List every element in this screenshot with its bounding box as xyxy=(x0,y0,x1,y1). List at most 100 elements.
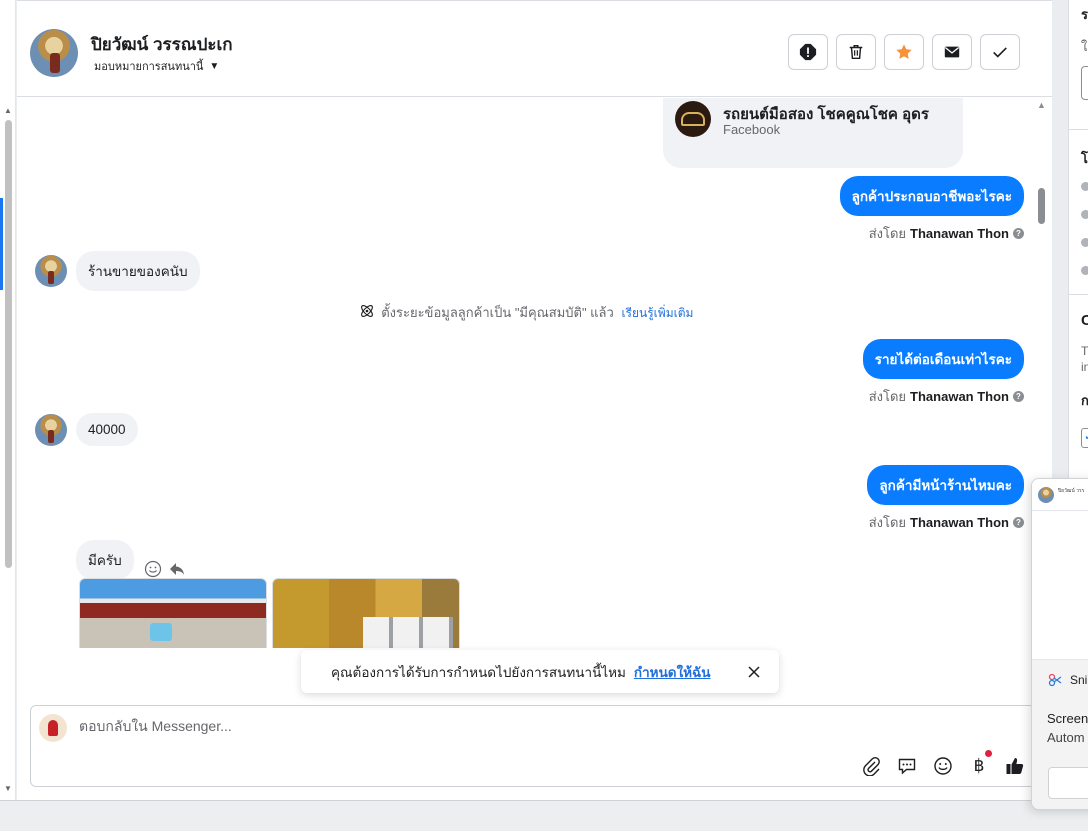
photo-laundry[interactable] xyxy=(272,578,460,648)
active-indicator xyxy=(0,198,3,290)
incoming-message: ร้านขายของคนับ xyxy=(35,251,200,291)
divider xyxy=(1069,294,1088,295)
snipping-tool-icon xyxy=(1048,673,1062,687)
toast-text: คุณต้องการได้รับการกำหนดไปยังการสนทนานี้… xyxy=(331,664,626,680)
sent-by-prefix: ส่งโดย xyxy=(868,515,907,530)
thumbnail-avatar xyxy=(1038,487,1054,503)
baht-icon: ฿ xyxy=(973,756,985,775)
saved-replies-button[interactable] xyxy=(897,756,917,776)
message-bubble-out[interactable]: ลูกค้ามีหน้าร้านไหมคะ xyxy=(867,465,1024,505)
sent-by-line: ส่งโดย Thanawan Thon ? xyxy=(867,512,1024,533)
notification-button[interactable] xyxy=(1048,767,1088,799)
help-icon[interactable]: ? xyxy=(1013,228,1024,239)
reply-composer: ฿ xyxy=(30,705,1038,787)
saved-reply-icon xyxy=(898,758,916,775)
panel-input[interactable] xyxy=(1081,66,1088,100)
mark-done-button[interactable] xyxy=(980,34,1020,70)
learn-more-link[interactable]: เรียนรู้เพิ่มเติม xyxy=(621,306,693,320)
caret-down-icon: ▼ xyxy=(209,60,220,72)
page-logo xyxy=(675,101,711,137)
alert-icon xyxy=(799,43,817,61)
reply-icon[interactable] xyxy=(168,560,186,578)
incoming-message: มีครับ xyxy=(76,540,186,580)
chat-header: ปิยวัฒน์ วรรณปะเก มอบหมายการสนทนานี้ ▼ xyxy=(17,0,1052,97)
shared-page-card[interactable]: รถยนต์มือสอง โชคคูณโชค อุดร Facebook xyxy=(663,98,963,168)
system-note: ตั้งระยะข้อมูลลูกค้าเป็น "มีคุณสมบัติ" แ… xyxy=(17,302,1035,323)
message-actions xyxy=(144,560,186,578)
thumbs-up-icon xyxy=(1006,758,1024,774)
sender-avatar[interactable] xyxy=(35,255,67,287)
emoji-button[interactable] xyxy=(933,756,953,776)
close-icon[interactable] xyxy=(747,665,761,679)
panel-heading: C xyxy=(1081,312,1088,329)
message-list[interactable]: รถยนต์มือสอง โชคคูณโชค อุดร Facebook ลูก… xyxy=(17,98,1052,648)
incoming-message: 40000 xyxy=(35,413,138,446)
sent-by-prefix: ส่งโดย xyxy=(868,226,907,241)
assign-dropdown[interactable]: มอบหมายการสนทนานี้ ▼ xyxy=(94,57,219,75)
payment-button[interactable]: ฿ xyxy=(969,750,992,776)
message-bubble-in[interactable]: มีครับ xyxy=(76,540,134,580)
checkbox[interactable]: ✓ xyxy=(1081,428,1088,448)
composer-tools: ฿ xyxy=(861,750,1025,776)
scroll-up-arrow[interactable]: ▲ xyxy=(4,106,12,115)
page-avatar xyxy=(39,714,67,742)
snip-notification[interactable]: ปิยวัฒน์ วรร Sni Screen Autom xyxy=(1031,478,1088,810)
outgoing-message: ลูกค้าประกอบอาชีพอะไรคะ ส่งโดย Thanawan … xyxy=(839,176,1024,244)
scroll-down-arrow[interactable]: ▼ xyxy=(4,784,12,793)
reply-input[interactable] xyxy=(79,718,979,734)
location-icon xyxy=(1081,238,1088,247)
outgoing-message: ลูกค้ามีหน้าร้านไหมคะ ส่งโดย Thanawan Th… xyxy=(867,465,1024,533)
outgoing-message: รายได้ต่อเดือนเท่าไรคะ ส่งโดย Thanawan T… xyxy=(862,339,1024,407)
thumbnail-text: ปิยวัฒน์ วรร xyxy=(1058,488,1085,494)
notification-dot xyxy=(985,750,992,757)
assign-to-me-link[interactable]: กำหนดให้ฉัน xyxy=(634,661,711,683)
help-icon[interactable]: ? xyxy=(1013,517,1024,528)
panel-text: ใ xyxy=(1081,39,1088,54)
shared-card-subtitle: Facebook xyxy=(723,122,781,137)
star-button[interactable] xyxy=(884,34,924,70)
attach-button[interactable] xyxy=(861,756,881,776)
panel-heading: โ xyxy=(1081,151,1088,166)
sent-by-name: Thanawan Thon xyxy=(910,515,1009,530)
sent-by-name: Thanawan Thon xyxy=(910,226,1009,241)
chat-pane: ปิยวัฒน์ วรรณปะเก มอบหมายการสนทนานี้ ▼ ร… xyxy=(17,0,1052,800)
emoji-react-icon[interactable] xyxy=(144,560,162,578)
paperclip-icon xyxy=(863,757,880,776)
system-note-text: ตั้งระยะข้อมูลลูกค้าเป็น "มีคุณสมบัติ" แ… xyxy=(381,305,614,320)
scroll-up-arrow[interactable]: ▲ xyxy=(1037,100,1046,110)
sent-by-prefix: ส่งโดย xyxy=(868,389,907,404)
bottom-status-bar xyxy=(0,800,1088,831)
message-bubble-in[interactable]: ร้านขายของคนับ xyxy=(76,251,200,291)
location-icon xyxy=(1081,266,1088,275)
trash-icon xyxy=(849,44,863,60)
mail-icon xyxy=(944,46,960,58)
sent-by-line: ส่งโดย Thanawan Thon ? xyxy=(863,386,1024,407)
contact-name[interactable]: ปิยวัฒน์ วรรณปะเก xyxy=(91,31,233,58)
message-bubble-in[interactable]: 40000 xyxy=(76,413,138,446)
info-icon xyxy=(1081,182,1088,191)
left-scrollbar-thumb[interactable] xyxy=(5,120,12,568)
education-icon xyxy=(1081,210,1088,219)
atom-icon xyxy=(360,305,373,317)
sender-avatar[interactable] xyxy=(35,413,67,446)
divider xyxy=(1069,129,1088,130)
notification-title: Screen xyxy=(1047,711,1088,726)
contact-avatar[interactable] xyxy=(30,29,78,77)
help-icon[interactable]: ? xyxy=(1013,391,1024,402)
spam-button[interactable] xyxy=(788,34,828,70)
panel-text: in xyxy=(1081,360,1088,374)
mark-unread-button[interactable] xyxy=(932,34,972,70)
message-bubble-out[interactable]: รายได้ต่อเดือนเท่าไรคะ xyxy=(862,339,1024,379)
message-scrollbar-thumb[interactable] xyxy=(1038,188,1045,224)
emoji-icon xyxy=(934,757,952,775)
star-icon xyxy=(896,44,912,59)
panel-text: T xyxy=(1081,344,1088,358)
notification-thumbnail: ปิยวัฒน์ วรร xyxy=(1032,479,1088,511)
photo-storefront[interactable] xyxy=(79,578,267,648)
app-name: Sni xyxy=(1070,673,1088,687)
delete-button[interactable] xyxy=(836,34,876,70)
like-button[interactable] xyxy=(1005,756,1025,776)
sent-by-name: Thanawan Thon xyxy=(910,389,1009,404)
left-edge-panel: ▲ ▼ xyxy=(0,0,16,800)
message-bubble-out[interactable]: ลูกค้าประกอบอาชีพอะไรคะ xyxy=(839,176,1024,216)
